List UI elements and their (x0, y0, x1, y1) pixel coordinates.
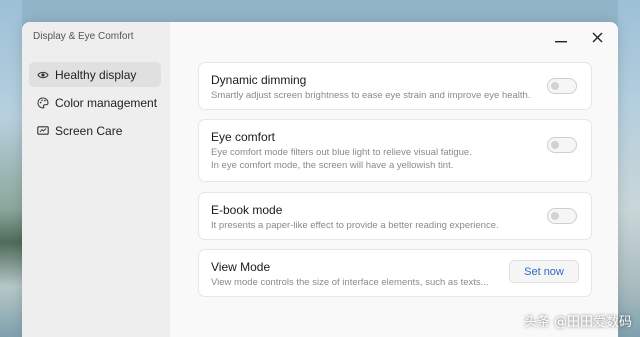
close-icon (592, 30, 603, 48)
minimize-button[interactable] (550, 28, 572, 50)
eye-comfort-description-line1: Eye comfort mode filters out blue light … (211, 147, 472, 158)
toggle-knob (551, 212, 559, 220)
desktop-background-right (618, 0, 640, 337)
toggle-knob (551, 82, 559, 90)
eye-comfort-title: Eye comfort (211, 130, 276, 144)
sidebar-nav: Healthy display Color management Screen … (29, 62, 161, 146)
sidebar-item-color-management[interactable]: Color management (29, 90, 161, 115)
ebook-mode-toggle[interactable] (547, 208, 577, 224)
eye-comfort-card: Eye comfort Eye comfort mode filters out… (198, 119, 592, 182)
sidebar-item-healthy-display[interactable]: Healthy display (29, 62, 161, 87)
settings-window: Display & Eye Comfort Healthy display Co… (22, 22, 618, 337)
dynamic-dimming-toggle[interactable] (547, 78, 577, 94)
dynamic-dimming-description: Smartly adjust screen brightness to ease… (211, 90, 531, 101)
sidebar: Display & Eye Comfort Healthy display Co… (22, 22, 170, 337)
screen-icon (37, 125, 49, 137)
eye-comfort-toggle[interactable] (547, 137, 577, 153)
view-mode-card: View Mode View mode controls the size of… (198, 249, 592, 297)
watermark-text: 头条 @田田爱数码 (523, 315, 632, 330)
palette-icon (37, 96, 49, 109)
ebook-mode-description: It presents a paper-like effect to provi… (211, 220, 499, 231)
desktop-background-left (0, 0, 22, 337)
content-pane: Dynamic dimming Smartly adjust screen br… (170, 22, 618, 337)
dynamic-dimming-title: Dynamic dimming (211, 73, 307, 87)
view-mode-title: View Mode (211, 260, 271, 274)
close-button[interactable] (586, 28, 608, 50)
eye-comfort-description-line2: In eye comfort mode, the screen will hav… (211, 160, 454, 171)
sidebar-item-label: Color management (55, 95, 158, 110)
ebook-mode-title: E-book mode (211, 203, 283, 217)
dynamic-dimming-card: Dynamic dimming Smartly adjust screen br… (198, 62, 592, 110)
set-now-button[interactable]: Set now (509, 260, 579, 283)
minimize-icon (555, 30, 567, 48)
eye-icon (37, 69, 49, 81)
sidebar-item-label: Screen Care (55, 123, 123, 138)
view-mode-description: View mode controls the size of interface… (211, 277, 489, 288)
ebook-mode-card: E-book mode It presents a paper-like eff… (198, 192, 592, 240)
sidebar-item-label: Healthy display (55, 67, 137, 82)
toggle-knob (551, 141, 559, 149)
window-title: Display & Eye Comfort (33, 31, 134, 42)
sidebar-item-screen-care[interactable]: Screen Care (29, 118, 161, 143)
